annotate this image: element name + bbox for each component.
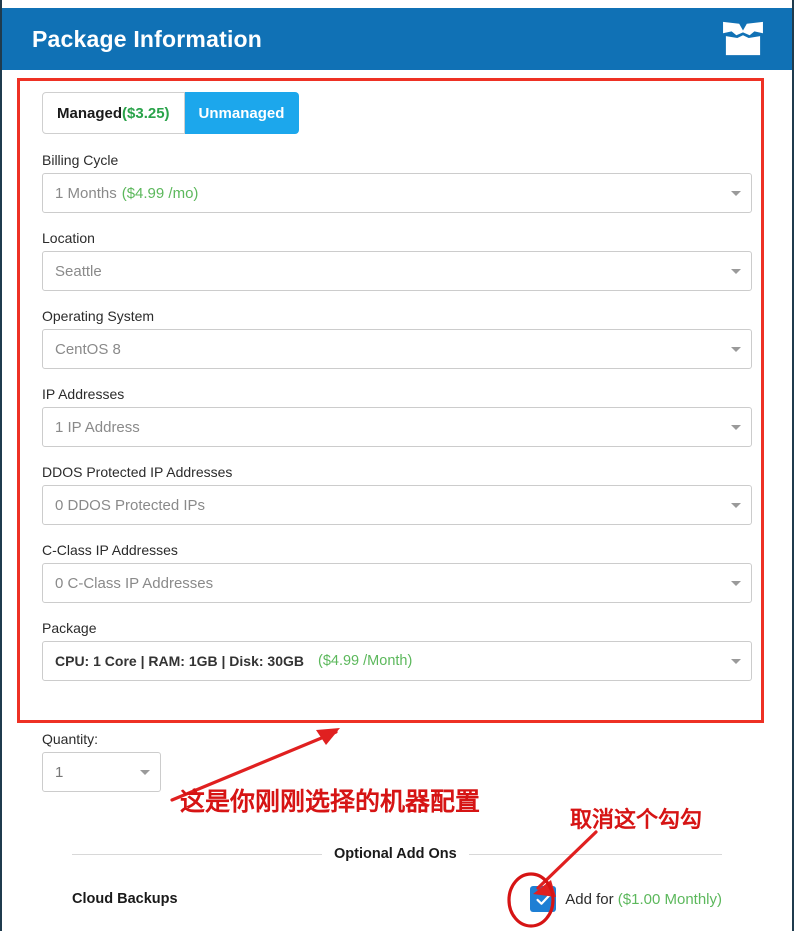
location-label: Location (42, 230, 95, 246)
c-class-ip-addresses-select[interactable]: 0 C-Class IP Addresses (42, 563, 752, 603)
management-type-tabs: Managed ($3.25) Unmanaged (42, 92, 752, 134)
quantity-value: 1 (55, 763, 64, 781)
billing-cycle-select[interactable]: 1 Months ($4.99 /mo) (42, 173, 752, 213)
chevron-down-icon (731, 659, 741, 664)
operating-system-label: Operating System (42, 308, 155, 324)
package-information-page: Package Information Managed ($3.25) Unman… (0, 0, 794, 931)
tab-unmanaged[interactable]: Unmanaged (184, 92, 300, 134)
page-title: Package Information (32, 25, 263, 52)
field-location: Location Seattle (42, 230, 752, 291)
tab-managed-price: ($3.25) (122, 104, 170, 122)
field-operating-system: Operating System CentOS 8 (42, 308, 752, 369)
chevron-down-icon (731, 581, 741, 586)
chevron-down-icon (731, 347, 741, 352)
addon-controls: Add for ($1.00 Monthly) (530, 886, 722, 912)
ddos-protected-ip-addresses-value: 0 DDOS Protected IPs (55, 496, 206, 514)
location-value: Seattle (55, 262, 102, 280)
chevron-down-icon (731, 425, 741, 430)
package-box-icon (720, 20, 766, 58)
billing-cycle-value: 1 Months (55, 184, 117, 202)
chevron-down-icon (731, 191, 741, 196)
annotation-text-uncheck: 取消这个勾勾 (570, 808, 703, 833)
package-price: ($4.99 /Month) (318, 653, 413, 669)
addon-name-cloud-backups: Cloud Backups (72, 891, 178, 907)
annotation-text-config: 这是你刚刚选择的机器配置 (180, 787, 481, 816)
tab-unmanaged-label: Unmanaged (198, 104, 285, 122)
operating-system-select[interactable]: CentOS 8 (42, 329, 752, 369)
package-form: Managed ($3.25) Unmanaged Billing Cycle 1… (42, 92, 752, 698)
c-class-ip-addresses-label: C-Class IP Addresses (42, 542, 178, 558)
package-value: CPU: 1 Core | RAM: 1GB | Disk: 30GB (55, 653, 304, 669)
ddos-protected-ip-addresses-select[interactable]: 0 DDOS Protected IPs (42, 485, 752, 525)
addon-price-value: ($1.00 Monthly) (617, 890, 722, 908)
location-select[interactable]: Seattle (42, 251, 752, 291)
ip-addresses-value: 1 IP Address (55, 418, 140, 436)
quantity-label: Quantity: (42, 731, 99, 747)
quantity-select[interactable]: 1 (42, 752, 161, 792)
field-ddos-protected-ip-addresses: DDOS Protected IP Addresses 0 DDOS Prote… (42, 464, 752, 525)
field-billing-cycle: Billing Cycle 1 Months ($4.99 /mo) (42, 152, 752, 213)
ip-addresses-label: IP Addresses (42, 386, 125, 402)
package-select[interactable]: CPU: 1 Core | RAM: 1GB | Disk: 30GB ($4.9… (42, 641, 752, 681)
field-ip-addresses: IP Addresses 1 IP Address (42, 386, 752, 447)
optional-addons-divider: Optional Add Ons (72, 846, 722, 862)
billing-cycle-label: Billing Cycle (42, 152, 119, 168)
c-class-ip-addresses-value: 0 C-Class IP Addresses (55, 574, 214, 592)
tab-managed[interactable]: Managed ($3.25) (42, 92, 185, 134)
divider-rule-right (468, 853, 722, 855)
optional-addons-title: Optional Add Ons (334, 846, 457, 862)
addon-price-label: Add for ($1.00 Monthly) (565, 891, 722, 908)
addon-row-cloud-backups: Cloud Backups Add for ($1.00 Monthly) (72, 886, 722, 912)
chevron-down-icon (731, 269, 741, 274)
chevron-down-icon (140, 770, 150, 775)
billing-cycle-price: ($4.99 /mo) (121, 184, 199, 202)
operating-system-value: CentOS 8 (55, 340, 121, 358)
quantity-group: Quantity: 1 (42, 731, 161, 792)
field-package: Package CPU: 1 Core | RAM: 1GB | Disk: 3… (42, 620, 752, 681)
addon-add-for-text: Add for (565, 890, 614, 908)
ddos-protected-ip-addresses-label: DDOS Protected IP Addresses (42, 464, 233, 480)
package-label: Package (42, 620, 97, 636)
field-c-class-ip-addresses: C-Class IP Addresses 0 C-Class IP Addres… (42, 542, 752, 603)
cloud-backups-checkbox[interactable] (530, 886, 557, 912)
divider-rule-left (72, 853, 322, 855)
chevron-down-icon (731, 503, 741, 508)
ip-addresses-select[interactable]: 1 IP Address (42, 407, 752, 447)
tab-managed-label: Managed (57, 104, 123, 122)
panel-header: Package Information (2, 8, 792, 70)
